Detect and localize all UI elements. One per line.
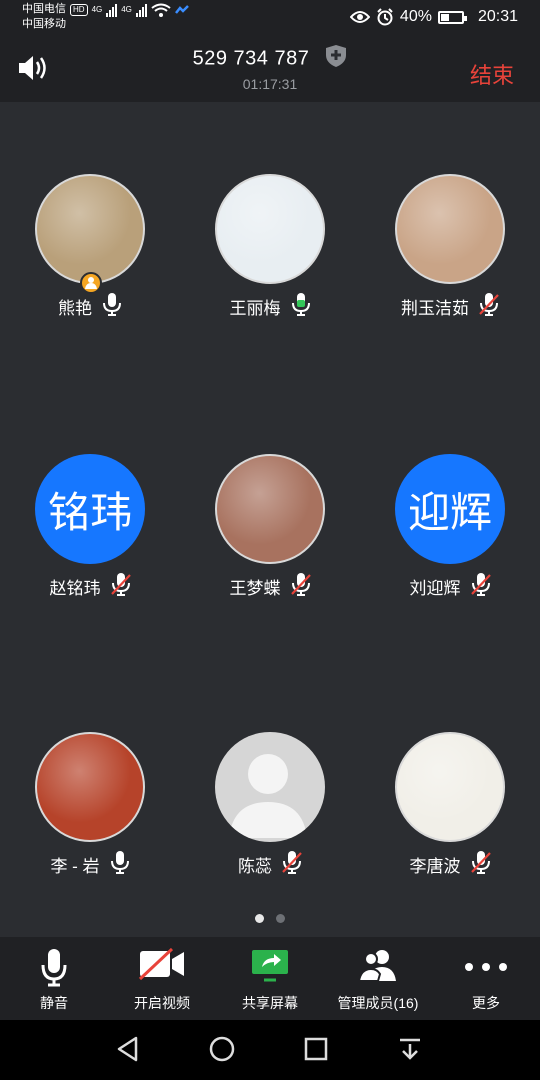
participant-tile[interactable]: 陈蕊 (180, 732, 360, 902)
carrier-info: 中国电信 HD 4G 4G 中国移动 (22, 2, 189, 32)
video-off-icon (138, 947, 186, 986)
signal-icon (106, 3, 118, 17)
page-dot[interactable] (255, 914, 264, 923)
default-avatar (215, 732, 325, 842)
participant-tile[interactable]: 荆玉洁茹 (360, 174, 540, 344)
participant-name-row: 王梦蝶 (180, 572, 360, 601)
participant-name: 荆玉洁茹 (401, 299, 469, 318)
clock: 20:31 (477, 8, 518, 25)
participant-name: 刘迎辉 (409, 579, 461, 598)
host-badge-icon (80, 272, 102, 294)
participant-tile[interactable]: 熊艳 (0, 174, 180, 344)
eye-icon (349, 11, 370, 23)
end-meeting-button[interactable]: 结束 (470, 58, 514, 90)
mic-muted-icon (470, 850, 491, 879)
meeting-id[interactable]: 529 734 787 (0, 44, 540, 74)
participant-name: 熊艳 (58, 299, 92, 318)
mic-muted-icon (110, 572, 131, 601)
participant-grid: 熊艳 王丽梅 荆玉洁茹 铭玮 赵铭玮 王梦蝶 迎辉 刘迎辉李 - 岩陈蕊 李唐波 (0, 102, 540, 937)
page-dot[interactable] (276, 914, 285, 923)
start-video-button[interactable]: 开启视频 (108, 937, 216, 1020)
participant-name-row: 荆玉洁茹 (360, 292, 540, 321)
share-screen-icon (250, 947, 290, 988)
meeting-id-text: 529 734 787 (192, 47, 310, 70)
participant-name-row: 陈蕊 (180, 850, 360, 879)
avatar-photo (215, 174, 325, 284)
more-label: 更多 (472, 995, 500, 1011)
participant-name: 陈蕊 (238, 857, 272, 876)
participant-name: 李唐波 (409, 857, 461, 876)
back-icon[interactable] (116, 1036, 140, 1067)
participant-tile[interactable]: 迎辉刘迎辉 (360, 454, 540, 624)
participant-name: 李 - 岩 (50, 857, 100, 876)
participant-name-row: 王丽梅 (180, 292, 360, 321)
participant-name-row: 熊艳 (0, 292, 180, 321)
more-icon (464, 959, 508, 977)
recents-icon[interactable] (304, 1036, 328, 1067)
mic-on-icon (110, 850, 130, 879)
carrier-2: 中国移动 (22, 18, 66, 30)
participant-tile[interactable]: 李唐波 (360, 732, 540, 902)
participant-tile[interactable]: 铭玮赵铭玮 (0, 454, 180, 624)
status-bar: 中国电信 HD 4G 4G 中国移动 40% 20:31 (0, 0, 540, 36)
mic-muted-icon (479, 292, 499, 321)
mic-on-icon (102, 292, 122, 321)
microphone-icon (39, 947, 69, 992)
alarm-icon (377, 8, 393, 26)
share-screen-button[interactable]: 共享屏幕 (216, 937, 324, 1020)
carrier-1: 中国电信 (22, 3, 66, 15)
avatar-photo (35, 732, 145, 842)
participant-tile[interactable]: 王丽梅 (180, 174, 360, 344)
mic-muted-icon (282, 850, 302, 879)
mic-on-icon (291, 292, 311, 321)
manage-members-button[interactable]: 管理成员(16) (324, 937, 432, 1020)
battery-percent: 40% (399, 8, 432, 25)
mic-muted-icon (290, 572, 311, 601)
mute-button[interactable]: 静音 (0, 937, 108, 1020)
network-type-2: 4G (121, 5, 132, 14)
participant-name: 王丽梅 (229, 299, 281, 318)
participant-name-row: 李唐波 (360, 850, 540, 879)
avatar-photo (395, 174, 505, 284)
members-label: 管理成员(16) (337, 995, 419, 1011)
participant-name: 王梦蝶 (229, 579, 281, 598)
network-type-1: 4G (91, 5, 103, 14)
meeting-toolbar: 静音 开启视频 共享屏幕 管理成员(16) 更多 (0, 937, 540, 1020)
mic-muted-icon (470, 572, 491, 601)
avatar-photo (395, 732, 505, 842)
avatar-initials: 迎辉 (395, 454, 505, 564)
system-nav-bar (0, 1020, 540, 1080)
avatar-initials: 铭玮 (35, 454, 145, 564)
meeting-header: 529 734 787 01:17:31 结束 (0, 36, 540, 102)
meeting-timer: 01:17:31 (242, 76, 298, 92)
battery-icon (437, 10, 467, 24)
wifi-icon (151, 3, 171, 17)
avatar-photo (215, 454, 325, 564)
participant-name: 赵铭玮 (49, 579, 101, 598)
mute-label: 静音 (40, 995, 68, 1011)
share-label: 共享屏幕 (242, 995, 298, 1011)
signal-icon-2 (135, 3, 147, 17)
participant-tile[interactable]: 李 - 岩 (0, 732, 180, 902)
participant-tile[interactable]: 王梦蝶 (180, 454, 360, 624)
video-label: 开启视频 (134, 995, 190, 1011)
participant-name-row: 李 - 岩 (0, 850, 180, 879)
more-button[interactable]: 更多 (432, 937, 540, 1020)
notification-pull-icon[interactable] (398, 1036, 422, 1067)
home-icon[interactable] (209, 1036, 235, 1067)
members-icon (357, 947, 398, 988)
avatar-photo (35, 174, 145, 284)
participant-name-row: 赵铭玮 (0, 572, 180, 601)
hd-badge: HD (70, 3, 88, 16)
participant-name-row: 刘迎辉 (360, 572, 540, 601)
shield-icon[interactable] (325, 44, 347, 74)
app-notification-icon (174, 4, 189, 14)
page-indicator (0, 914, 540, 923)
